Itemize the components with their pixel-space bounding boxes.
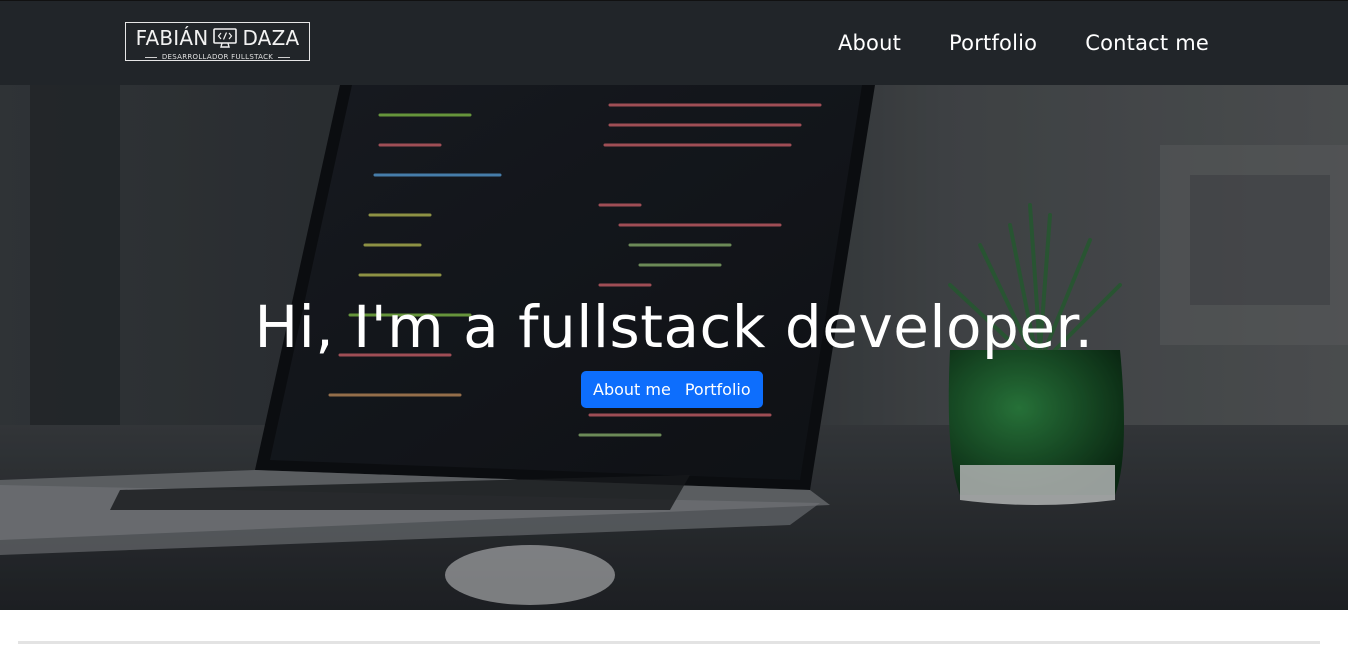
brand-tagline-row: DESARROLLADOR FULLSTACK xyxy=(126,52,309,62)
main-nav: About Portfolio Contact me xyxy=(838,28,1209,58)
code-monitor-icon xyxy=(213,28,238,48)
brand-tagline: DESARROLLADOR FULLSTACK xyxy=(161,53,274,61)
hero-title: Hi, I'm a fullstack developer. xyxy=(254,293,1094,361)
section-divider xyxy=(18,641,1320,644)
brand-logo[interactable]: FABIÁN DAZA DESARROLLADOR FULLSTACK xyxy=(125,22,310,61)
tagline-rule-left xyxy=(144,56,157,58)
hero-button-group: About me Portfolio xyxy=(581,371,763,408)
hero-section: Hi, I'm a fullstack developer. About me … xyxy=(0,85,1348,610)
top-navbar: FABIÁN DAZA DESARROLLADOR FULLSTACK Abou… xyxy=(0,0,1348,85)
nav-link-portfolio[interactable]: Portfolio xyxy=(949,28,1037,58)
tagline-rule-right xyxy=(278,56,291,58)
about-me-button[interactable]: About me xyxy=(581,371,683,408)
brand-first-name: FABIÁN xyxy=(135,26,209,50)
brand-last-name: DAZA xyxy=(242,26,300,50)
nav-link-contact[interactable]: Contact me xyxy=(1085,28,1209,58)
brand-name: FABIÁN DAZA xyxy=(126,26,309,50)
next-section-top xyxy=(0,610,1348,645)
portfolio-button[interactable]: Portfolio xyxy=(683,371,763,408)
nav-link-about[interactable]: About xyxy=(838,28,901,58)
